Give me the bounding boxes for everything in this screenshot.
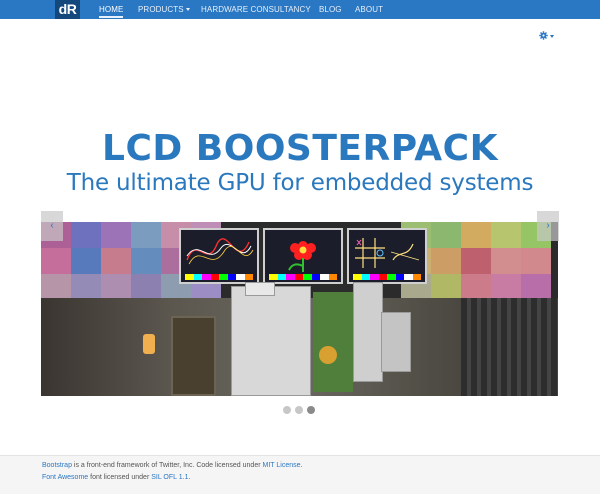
carousel-indicator[interactable] — [283, 406, 291, 414]
page-footer: Bootstrap is a front-end framework of Tw… — [0, 455, 600, 494]
spiral-graphic — [186, 238, 254, 265]
nav-item-label: HOME — [99, 5, 124, 14]
footer-text: font licensed under — [88, 474, 152, 481]
nav-item-products[interactable]: PRODUCTS — [138, 0, 190, 19]
nav-item-blog[interactable]: BLOG — [319, 0, 342, 19]
nav-item-label: ABOUT — [355, 5, 384, 14]
fence-shape — [461, 298, 558, 396]
footer-line-bootstrap: Bootstrap is a front-end framework of Tw… — [42, 462, 302, 469]
hero-title: LCD BOOSTERPACK — [102, 128, 498, 169]
lcd-screen — [347, 228, 427, 284]
active-indicator — [99, 16, 124, 18]
carousel-prev-button[interactable]: ‹ — [41, 211, 63, 241]
top-navbar: dR HOME PRODUCTS HARDWARE CONSULTANCY BL… — [0, 0, 600, 19]
boosterpack-device — [231, 282, 411, 396]
nav-item-about[interactable]: ABOUT — [355, 0, 383, 19]
tictactoe-graphic — [355, 238, 420, 268]
carousel-indicator[interactable] — [295, 406, 303, 414]
mit-license-link[interactable]: MIT License — [263, 462, 301, 469]
color-swatches — [185, 274, 253, 280]
footer-text: is a front-end framework of Twitter, Inc… — [71, 462, 263, 469]
nav-item-label: BLOG — [319, 5, 342, 14]
sil-ofl-link[interactable]: SIL OFL 1.1 — [151, 474, 188, 481]
nav-item-hardware-consultancy[interactable]: HARDWARE CONSULTANCY — [201, 0, 311, 19]
font-awesome-link[interactable]: Font Awesome — [42, 474, 88, 481]
caret-down-icon — [185, 7, 190, 11]
carousel-indicators — [283, 406, 315, 414]
nav-item-home[interactable]: HOME — [99, 0, 124, 19]
carousel-next-button[interactable]: › — [537, 211, 559, 241]
chevron-left-icon: ‹ — [50, 220, 54, 231]
color-swatches — [353, 274, 421, 280]
hero-subtitle: The ultimate GPU for embedded systems — [66, 170, 534, 196]
lcd-screen — [263, 228, 343, 284]
carousel-indicator-active[interactable] — [307, 406, 315, 414]
chevron-right-icon: › — [546, 220, 550, 231]
footer-text: . — [188, 474, 191, 481]
flower-graphic — [288, 241, 316, 272]
footer-text: . — [300, 462, 303, 469]
brand-logo[interactable]: dR — [55, 0, 80, 19]
footer-line-fontawesome: Font Awesome font licensed under SIL OFL… — [42, 474, 190, 481]
nav-item-label: PRODUCTS — [138, 5, 184, 14]
gear-icon — [539, 31, 548, 40]
color-swatches — [269, 274, 337, 280]
nav-item-label: HARDWARE CONSULTANCY — [201, 5, 311, 14]
carousel-slide-image — [41, 222, 558, 396]
door-shape — [171, 316, 216, 396]
lamp-shape — [143, 334, 155, 354]
bootstrap-link[interactable]: Bootstrap — [42, 462, 72, 469]
caret-down-icon — [550, 35, 554, 38]
lcd-screen — [179, 228, 259, 284]
settings-dropdown[interactable] — [539, 31, 559, 41]
